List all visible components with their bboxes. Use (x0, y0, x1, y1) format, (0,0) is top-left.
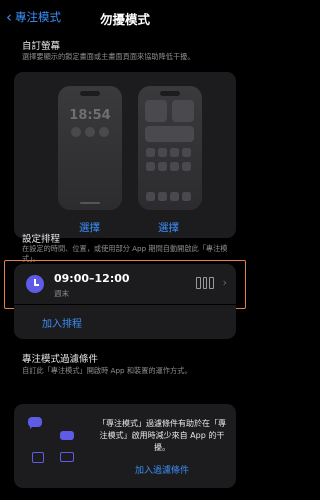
game-controller-icon (60, 431, 74, 440)
choose-home-screen-button[interactable]: 選擇 (158, 220, 179, 235)
customize-screens-description: 選擇要顯示的鎖定畫面或主畫面頁面來協助降低干擾。 (22, 52, 195, 61)
filters-card: 「專注模式」過濾條件有助於在「專注模式」啟用時減少來自 App 的干擾。 加入過… (14, 404, 236, 488)
highlight-box (4, 260, 246, 309)
chat-bubble-icon (28, 417, 42, 429)
add-filter-button[interactable]: 加入過濾條件 (96, 463, 228, 476)
nav-bar: ‹ 專注模式 勿擾模式 (0, 0, 250, 34)
filters-title: 專注模式過濾條件 (22, 354, 99, 365)
choose-lock-screen-button[interactable]: 選擇 (79, 220, 100, 235)
customize-screens-card: 18:54 選擇 選擇 (14, 72, 236, 238)
add-schedule-row[interactable]: 加入排程 (14, 305, 236, 339)
add-schedule-button[interactable]: 加入排程 (42, 315, 82, 330)
lock-screen-preview[interactable]: 18:54 (58, 86, 122, 210)
filters-description: 自訂此「專注模式」開啟時 App 和裝置的運作方式。 (22, 366, 192, 375)
home-screen-preview[interactable] (138, 86, 202, 210)
credit-card-icon (60, 452, 74, 462)
customize-screens-title: 自訂螢幕 (22, 41, 61, 52)
schedule-title: 設定排程 (22, 234, 61, 245)
calendar-small-icon (32, 452, 44, 463)
page-title: 勿擾模式 (99, 12, 150, 27)
lock-screen-time: 18:54 (69, 108, 111, 123)
filters-card-text: 「專注模式」過濾條件有助於在「專注模式」啟用時減少來自 App 的干擾。 (98, 419, 226, 452)
